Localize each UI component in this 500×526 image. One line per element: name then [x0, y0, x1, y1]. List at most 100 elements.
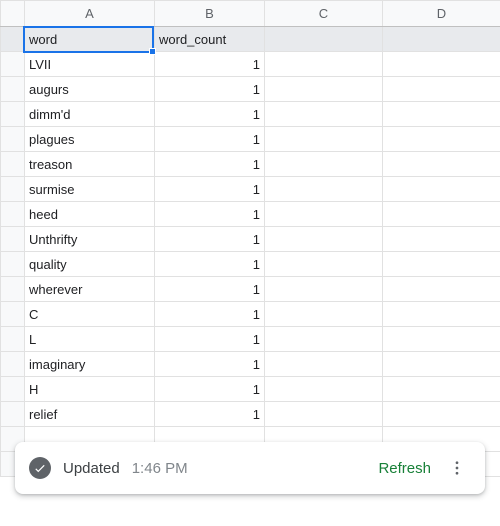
cell[interactable]: 1 — [155, 52, 265, 77]
cell[interactable] — [265, 52, 383, 77]
cell[interactable]: wherever — [25, 277, 155, 302]
cell[interactable]: 1 — [155, 377, 265, 402]
table-row: wherever1 — [1, 277, 500, 302]
cell[interactable]: surmise — [25, 177, 155, 202]
row-header[interactable] — [1, 27, 25, 52]
row-header[interactable] — [1, 352, 25, 377]
cell[interactable]: 1 — [155, 277, 265, 302]
cell[interactable]: 1 — [155, 402, 265, 427]
row-header[interactable] — [1, 402, 25, 427]
cell[interactable]: dimm'd — [25, 102, 155, 127]
cell[interactable]: LVII — [25, 52, 155, 77]
cell[interactable] — [383, 27, 500, 52]
row-header[interactable] — [1, 152, 25, 177]
table-row: dimm'd1 — [1, 102, 500, 127]
cell[interactable] — [265, 277, 383, 302]
cell[interactable]: 1 — [155, 227, 265, 252]
row-header[interactable] — [1, 277, 25, 302]
cell[interactable] — [265, 177, 383, 202]
cell[interactable]: 1 — [155, 352, 265, 377]
table-row: imaginary1 — [1, 352, 500, 377]
row-header[interactable] — [1, 52, 25, 77]
row-header[interactable] — [1, 102, 25, 127]
cell[interactable] — [383, 252, 500, 277]
cell[interactable]: 1 — [155, 102, 265, 127]
cell[interactable]: heed — [25, 202, 155, 227]
check-circle-icon — [29, 457, 51, 479]
row-header[interactable] — [1, 252, 25, 277]
cell[interactable]: 1 — [155, 302, 265, 327]
cell[interactable] — [383, 327, 500, 352]
cell[interactable] — [265, 327, 383, 352]
table-row: C1 — [1, 302, 500, 327]
cell[interactable]: 1 — [155, 152, 265, 177]
cell[interactable]: 1 — [155, 252, 265, 277]
cell[interactable] — [265, 77, 383, 102]
row-header[interactable] — [1, 227, 25, 252]
cell[interactable] — [265, 402, 383, 427]
cell[interactable]: word_count — [155, 27, 265, 52]
cell[interactable]: word — [25, 27, 155, 52]
cell[interactable]: quality — [25, 252, 155, 277]
table-row: augurs1 — [1, 77, 500, 102]
cell[interactable]: imaginary — [25, 352, 155, 377]
cell[interactable]: Unthrifty — [25, 227, 155, 252]
column-header-B[interactable]: B — [155, 1, 265, 27]
cell[interactable]: 1 — [155, 127, 265, 152]
table-row: relief1 — [1, 402, 500, 427]
cell[interactable] — [265, 127, 383, 152]
row-header[interactable] — [1, 327, 25, 352]
cell[interactable] — [265, 227, 383, 252]
cell[interactable] — [265, 352, 383, 377]
spreadsheet-grid[interactable]: A B C D wordword_countLVII1augurs1dimm'd… — [0, 0, 500, 477]
cell[interactable] — [383, 102, 500, 127]
cell[interactable]: L — [25, 327, 155, 352]
cell[interactable]: C — [25, 302, 155, 327]
table-row: Unthrifty1 — [1, 227, 500, 252]
cell[interactable] — [265, 252, 383, 277]
cell[interactable]: 1 — [155, 202, 265, 227]
cell[interactable] — [265, 102, 383, 127]
cell[interactable]: treason — [25, 152, 155, 177]
cell[interactable] — [383, 352, 500, 377]
table-row: H1 — [1, 377, 500, 402]
row-header[interactable] — [1, 302, 25, 327]
cell[interactable] — [383, 277, 500, 302]
more-options-button[interactable] — [443, 454, 471, 482]
cell[interactable] — [265, 377, 383, 402]
cell[interactable]: relief — [25, 402, 155, 427]
cell[interactable]: H — [25, 377, 155, 402]
cell[interactable]: 1 — [155, 327, 265, 352]
row-header[interactable] — [1, 77, 25, 102]
cell[interactable]: 1 — [155, 77, 265, 102]
row-header[interactable] — [1, 177, 25, 202]
select-all-corner[interactable] — [1, 1, 25, 27]
cell[interactable] — [383, 52, 500, 77]
cell[interactable] — [265, 27, 383, 52]
refresh-button[interactable]: Refresh — [378, 460, 431, 477]
row-header[interactable] — [1, 127, 25, 152]
cell[interactable] — [265, 202, 383, 227]
row-header[interactable] — [1, 377, 25, 402]
table-row: wordword_count — [1, 27, 500, 52]
row-header[interactable] — [1, 202, 25, 227]
cell[interactable] — [383, 127, 500, 152]
column-header-D[interactable]: D — [383, 1, 500, 27]
column-header-A[interactable]: A — [25, 1, 155, 27]
cell[interactable] — [265, 152, 383, 177]
cell[interactable] — [383, 402, 500, 427]
cell[interactable] — [383, 152, 500, 177]
cell[interactable]: 1 — [155, 177, 265, 202]
cell[interactable] — [265, 302, 383, 327]
column-header-C[interactable]: C — [265, 1, 383, 27]
cell[interactable] — [383, 227, 500, 252]
cell[interactable]: plagues — [25, 127, 155, 152]
cell[interactable] — [383, 77, 500, 102]
table-row: treason1 — [1, 152, 500, 177]
cell[interactable] — [383, 202, 500, 227]
table-row: quality1 — [1, 252, 500, 277]
cell[interactable] — [383, 177, 500, 202]
cell[interactable] — [383, 302, 500, 327]
cell[interactable] — [383, 377, 500, 402]
cell[interactable]: augurs — [25, 77, 155, 102]
